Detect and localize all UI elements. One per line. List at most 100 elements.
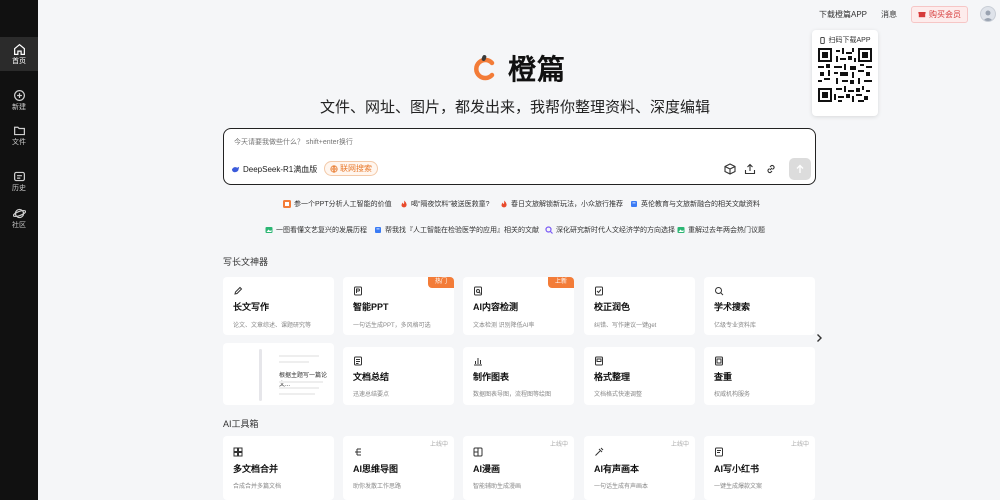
send-arrow-icon [796,164,804,173]
coming-soon-badge: 上线中 [790,442,809,448]
card-format[interactable]: 格式整理 文档格式快速调整 [584,347,695,405]
send-button[interactable] [789,158,811,180]
preview-scrollbar [259,349,262,401]
sidebar-item-label: 历史 [12,184,26,192]
qr-title-text: 扫码下载APP [828,37,871,44]
card-ai-audiobook[interactable]: 上线中 AI有声画本 一句话生成有声画本 [584,436,695,500]
card-proofread[interactable]: 校正润色 纠错、写作建议一键get [584,277,695,335]
coming-soon-badge: 上线中 [429,442,448,448]
suggestion-chip[interactable]: 参一个PPT分析人工智能的价值 [283,196,392,212]
preview-line [279,361,309,363]
card-desc: 智能辅助生成漫画 [473,484,522,490]
upload-icon[interactable] [744,162,756,175]
model-label: DeepSeek-R1满血版 [243,164,318,174]
sidebar-item-home[interactable]: 首页 [0,37,38,71]
model-selector[interactable]: DeepSeek-R1满血版 [231,162,317,176]
card-ai-detect[interactable]: 上新 AI内容检测 文本检测 识别降低AI率 [463,277,574,335]
book-icon [374,226,382,234]
qr-code-icon [818,48,872,102]
card-title: 校正润色 [594,302,631,312]
suggestion-chip[interactable]: 英伦教育与文旅新融合的相关文献资料 [630,196,760,212]
merge-icon [233,447,243,457]
buy-vip-button[interactable]: 购买会员 [911,5,968,23]
card-desc: 一键生成爆款文案 [714,484,763,490]
card-desc: 文档格式快速调整 [594,392,643,398]
comic-icon [473,447,483,457]
prompt-input[interactable] [234,135,794,149]
suggestion-chip[interactable]: 帮我找『人工智能在检验医学的应用』相关的文献 [374,222,539,238]
card-ai-mindmap[interactable]: 上线中 AI思维导图 助你发散工作思路 [343,436,454,500]
cube-icon[interactable] [724,162,736,175]
image-icon [677,226,685,234]
suggestion-text: 重解过去年两会热门议题 [688,227,765,234]
fire-icon [500,200,508,208]
card-desc: 一句话生成PPT，多风格可选 [353,323,431,329]
preview-line [279,381,323,383]
card-title: 长文写作 [233,302,270,312]
avatar[interactable] [980,6,996,22]
card-title: AI有声画本 [594,464,640,474]
web-search-toggle[interactable]: 联网搜索 [324,161,378,176]
prompt-box [223,128,816,185]
home-icon [13,43,25,55]
writing-preview-card[interactable]: 根据主题写一篇论文... [223,343,334,405]
card-ai-comic[interactable]: 上线中 AI漫画 智能辅助生成漫画 [463,436,574,500]
suggestion-text: 参一个PPT分析人工智能的价值 [294,201,392,208]
card-ai-xiaohongshu[interactable]: 上线中 AI写小红书 一键生成爆款文案 [704,436,815,500]
download-app-link[interactable]: 下载橙篇APP [819,9,867,20]
section-title-writing: 写长文神器 [223,257,269,267]
card-desc: 亿级专业资料库 [714,323,757,329]
chevron-right-icon[interactable] [814,330,824,342]
suggestion-chip[interactable]: 春日文旅解锁新玩法，小众旅行推荐 [500,196,623,212]
card-plagiarism[interactable]: 查重 权威机构服务 [704,347,815,405]
hot-badge: 热门 [427,277,454,288]
suggestion-chip[interactable]: 深化研究新时代人文经济学的方向选择 [545,222,675,238]
phone-icon [820,36,826,44]
card-desc: 文本检测 识别降低AI率 [473,323,535,329]
card-doc-summary[interactable]: 文档总结 迅速总结要点 [343,347,454,405]
academic-search-icon [714,286,724,296]
logo-icon [474,55,495,81]
card-title: 格式整理 [594,372,631,382]
user-icon [983,10,993,21]
card-title: AI写小红书 [714,464,760,474]
preview-line [279,393,315,395]
deepseek-whale-icon [231,166,240,172]
card-title: AI思维导图 [353,464,399,474]
format-icon [594,356,604,366]
sidebar-item-files[interactable]: 文件 [0,118,38,152]
card-title: AI漫画 [473,464,501,474]
card-make-chart[interactable]: 制作图表 数据图表导图，流程图等绘图 [463,347,574,405]
sidebar-item-community[interactable]: 社区 [0,201,38,235]
sidebar-item-label: 文件 [12,138,26,146]
card-smart-ppt[interactable]: 热门 智能PPT 一句话生成PPT，多风格可选 [343,277,454,335]
card-desc: 助你发散工作思路 [353,484,402,490]
history-icon [13,171,25,181]
card-desc: 一句话生成有声画本 [594,484,649,490]
suggestion-text: 深化研究新时代人文经济学的方向选择 [556,227,675,234]
link-icon[interactable] [765,162,777,174]
suggestion-chip[interactable]: 重解过去年两会热门议题 [677,222,765,238]
messages-link[interactable]: 消息 [881,9,897,20]
pencil-icon [233,286,243,296]
suggestion-text: 一图看懂文艺复兴的发展历程 [276,227,367,234]
sidebar: 首页 新建 文件 历史 社区 [0,0,38,500]
suggestion-text: 英伦教育与文旅新融合的相关文献资料 [641,201,760,208]
suggestion-text: 帮我找『人工智能在检验医学的应用』相关的文献 [385,227,539,234]
ppt-icon [353,286,363,296]
xiaohongshu-icon [714,447,724,457]
research-icon [545,226,553,234]
preview-line [279,387,319,389]
card-multi-doc-merge[interactable]: 多文档合并 合成合并多篇文档 [223,436,334,500]
proofread-icon [594,286,604,296]
globe-icon [330,164,338,173]
card-academic-search[interactable]: 学术搜索 亿级专业资料库 [704,277,815,335]
card-long-writing[interactable]: 长文写作 论文、文章综述、课题研究等 [223,277,334,335]
card-title: 智能PPT [353,302,389,312]
web-search-label: 联网搜索 [340,164,372,173]
suggestion-chip[interactable]: 一图看懂文艺复兴的发展历程 [265,222,367,238]
hero-slogan: 文件、网址、图片，都发出来，我帮你整理资料、深度编辑 [319,99,710,116]
sidebar-item-history[interactable]: 历史 [0,164,38,198]
suggestion-chip[interactable]: 喝“隔夜饮料”被送医救童? [400,196,490,212]
coming-soon-badge: 上线中 [549,442,568,448]
